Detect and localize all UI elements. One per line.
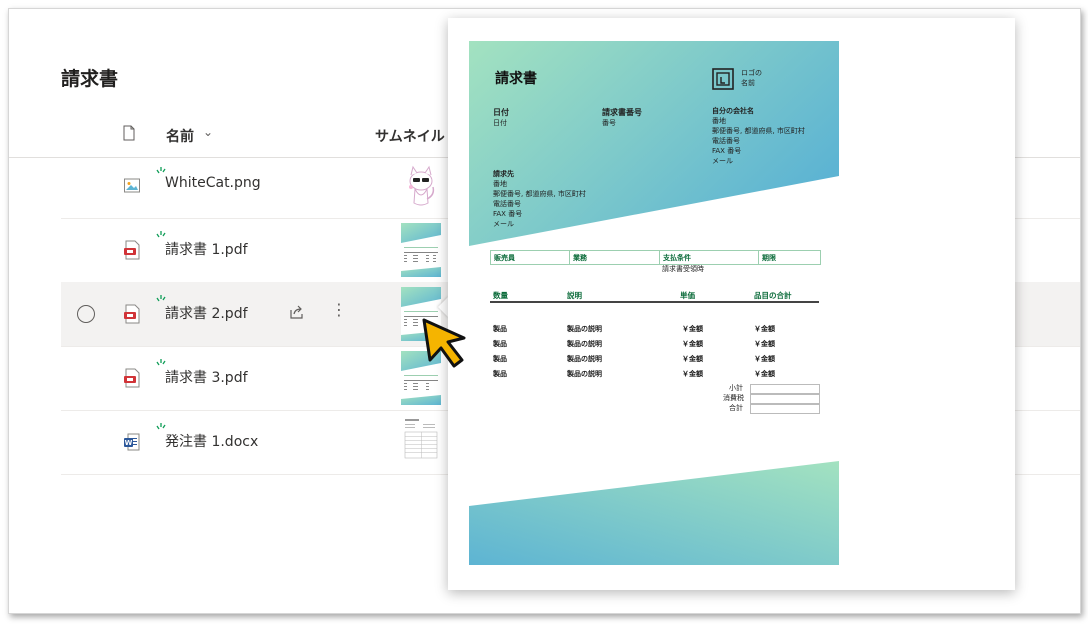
file-name[interactable]: WhiteCat.png xyxy=(165,175,261,191)
item-header: 単価 xyxy=(680,291,695,300)
bill-to-line: 番地 xyxy=(493,180,507,188)
invoice-preview-page: 請求書 ロゴの 名前 日付 日付 請求書番号 番号 自分の会社名 番地 郵便番号… xyxy=(469,41,839,565)
items-divider xyxy=(490,301,819,303)
column-header-name[interactable]: 名前 xyxy=(166,126,194,146)
bill-to-line: 電話番号 xyxy=(493,200,521,208)
sales-info-table: 販売員 業務 支払条件 期限 xyxy=(490,250,821,265)
subtotal-label: 小計 xyxy=(729,384,743,392)
logo-text-2: 名前 xyxy=(741,79,755,87)
subtotal-box xyxy=(750,384,820,394)
item-price: ￥金額 xyxy=(682,325,703,333)
file-type-icon[interactable] xyxy=(123,125,135,141)
item-qty: 製品 xyxy=(493,355,507,363)
document-preview-card: 請求書 ロゴの 名前 日付 日付 請求書番号 番号 自分の会社名 番地 郵便番号… xyxy=(448,18,1015,590)
file-name[interactable]: 請求書 3.pdf xyxy=(165,367,248,387)
item-price: ￥金額 xyxy=(682,340,703,348)
item-price: ￥金額 xyxy=(682,355,703,363)
bill-to-label: 請求先 xyxy=(493,170,514,178)
info-header: 期限 xyxy=(762,254,776,262)
info-header: 支払条件 xyxy=(663,254,691,262)
invoice-thumbnail[interactable] xyxy=(401,223,441,277)
item-qty: 製品 xyxy=(493,340,507,348)
company-line: 番地 xyxy=(712,117,726,125)
item-desc: 製品の説明 xyxy=(567,355,602,363)
logo-text-1: ロゴの xyxy=(741,69,762,77)
item-total: ￥金額 xyxy=(754,355,775,363)
item-qty: 製品 xyxy=(493,370,507,378)
payment-terms: 請求書受領時 xyxy=(662,265,704,273)
total-label: 合計 xyxy=(729,404,743,412)
share-icon[interactable] xyxy=(289,304,305,320)
cursor-pointer-icon xyxy=(422,318,466,368)
pdf-file-icon xyxy=(124,304,140,324)
item-price: ￥金額 xyxy=(682,370,703,378)
pdf-file-icon xyxy=(124,240,140,260)
invoice-number-label: 請求書番号 xyxy=(602,108,642,117)
page-title: 請求書 xyxy=(61,68,119,90)
cat-thumbnail[interactable] xyxy=(401,159,441,213)
bill-to-line: FAX 番号 xyxy=(493,210,523,218)
item-header: 説明 xyxy=(567,291,582,300)
pdf-file-icon xyxy=(124,368,140,388)
item-qty: 製品 xyxy=(493,325,507,333)
bill-to-line: 郵便番号, 都道府県, 市区町村 xyxy=(493,190,586,198)
item-desc: 製品の説明 xyxy=(567,340,602,348)
file-name[interactable]: 発注書 1.docx xyxy=(165,431,258,451)
company-line: 郵便番号, 都道府県, 市区町村 xyxy=(712,127,805,135)
item-total: ￥金額 xyxy=(754,325,775,333)
column-header-thumbnail[interactable]: サムネイル xyxy=(375,126,445,146)
company-line: FAX 番号 xyxy=(712,147,742,155)
file-name[interactable]: 請求書 1.pdf xyxy=(165,239,248,259)
item-header: 数量 xyxy=(493,291,508,300)
footer-gradient xyxy=(469,461,839,565)
item-desc: 製品の説明 xyxy=(567,370,602,378)
item-total: ￥金額 xyxy=(754,370,775,378)
company-line: メール xyxy=(712,157,733,165)
tax-label: 消費税 xyxy=(723,394,744,402)
company-name: 自分の会社名 xyxy=(712,107,754,115)
bill-to-line: メール xyxy=(493,220,514,228)
chevron-down-icon[interactable]: ⌄ xyxy=(203,125,213,139)
logo-icon xyxy=(712,68,734,90)
total-box xyxy=(750,404,820,414)
order-form-thumbnail[interactable] xyxy=(401,415,441,469)
file-name[interactable]: 請求書 2.pdf xyxy=(165,303,248,323)
item-desc: 製品の説明 xyxy=(567,325,602,333)
item-header: 品目の合計 xyxy=(754,291,792,300)
invoice-number-value: 番号 xyxy=(602,119,616,127)
word-file-icon: W xyxy=(124,433,140,451)
invoice-title: 請求書 xyxy=(495,71,537,87)
company-line: 電話番号 xyxy=(712,137,740,145)
more-options-icon[interactable]: ⋮ xyxy=(331,300,347,319)
svg-text:W: W xyxy=(125,439,133,447)
tax-box xyxy=(750,394,820,404)
image-file-icon xyxy=(124,178,140,193)
item-total: ￥金額 xyxy=(754,340,775,348)
info-header: 業務 xyxy=(573,254,587,262)
date-label: 日付 xyxy=(493,108,509,117)
date-value: 日付 xyxy=(493,119,507,127)
row-select-radio[interactable] xyxy=(77,305,95,323)
info-header: 販売員 xyxy=(494,254,515,262)
